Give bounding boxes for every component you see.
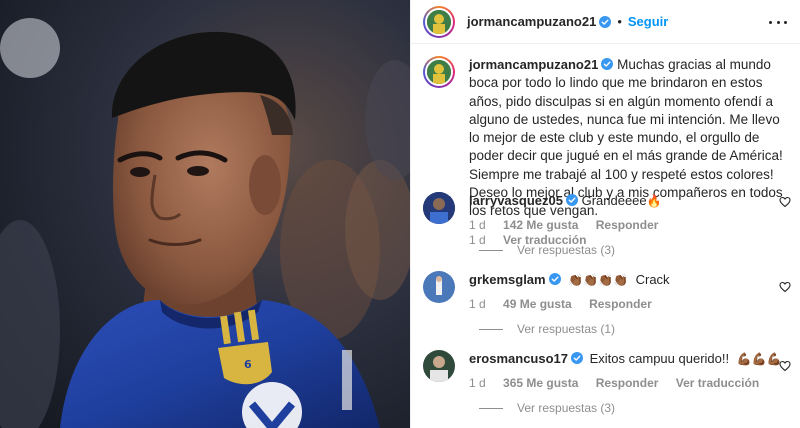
player-photo-illustration: 6 (0, 0, 410, 428)
heart-icon[interactable] (779, 281, 791, 293)
comment-avatar-image (423, 350, 455, 382)
view-replies-button[interactable]: Ver respuestas (1) (479, 322, 615, 336)
comment-avatar-image (423, 271, 455, 303)
comment-time: 1 d (469, 218, 486, 232)
comment-likes[interactable]: 365 Me gusta (503, 376, 578, 390)
comment-reply-button[interactable]: Responder (596, 218, 659, 232)
post-photo[interactable]: 6 (0, 0, 410, 428)
comment-likes[interactable]: 142 Me gusta (503, 218, 578, 232)
comment-time: 1 d (469, 376, 486, 390)
comment-avatar[interactable] (423, 192, 455, 224)
comment-username[interactable]: larryvasquez05 (469, 193, 563, 208)
header-username[interactable]: jormancampuzano21 (467, 14, 596, 29)
comment-reply-button[interactable]: Responder (589, 297, 652, 311)
fire-emoji: 🔥 (646, 194, 662, 208)
replies-divider (479, 249, 503, 251)
comment-item: larryvasquez05 Grandeeee🔥 1 d 142 Me gus… (423, 192, 793, 232)
more-dot (769, 20, 772, 24)
comment-avatar-image (423, 192, 455, 224)
comment-text: Grandeeee (581, 193, 647, 208)
comment-reply-button[interactable]: Responder (596, 376, 659, 390)
verified-badge-icon (548, 273, 561, 285)
post-header: jormancampuzano21 • Seguir (411, 0, 800, 44)
verified-badge-icon (601, 58, 614, 70)
caption-avatar-image (427, 60, 451, 84)
comment-avatar[interactable] (423, 271, 455, 303)
comment-body: erosmancuso17 Exitos campuu querido!! 💪🏾… (469, 350, 789, 390)
replies-divider (479, 328, 503, 330)
instagram-post-modal: 6 jormancampuzano21 • Seguir jormancampu… (0, 0, 800, 428)
more-dot (784, 20, 787, 24)
comment-meta: 1 d 142 Me gusta Responder (469, 218, 789, 232)
author-avatar-image (427, 9, 451, 34)
replies-divider (479, 407, 503, 409)
verified-badge-icon (599, 15, 612, 28)
comment-body: larryvasquez05 Grandeeee🔥 1 d 142 Me gus… (469, 192, 789, 232)
muscle-emoji: 💪🏾💪🏾💪🏾 (736, 352, 782, 366)
comments-panel: jormancampuzano21 • Seguir jormancampuza… (410, 0, 800, 428)
author-avatar[interactable] (423, 5, 455, 38)
comment-item: erosmancuso17 Exitos campuu querido!! 💪🏾… (423, 350, 793, 390)
view-replies-button[interactable]: Ver respuestas (3) (479, 401, 615, 415)
caption-username[interactable]: jormancampuzano21 (469, 57, 598, 72)
view-replies-label: Ver respuestas (3) (517, 243, 616, 257)
view-replies-label: Ver respuestas (3) (517, 401, 616, 415)
comment-body: grkemsglam 👏🏾👏🏾👏🏾👏🏾 Crack 1 d 49 Me gust… (469, 271, 789, 311)
heart-icon[interactable] (779, 196, 791, 208)
follow-button[interactable]: Seguir (628, 14, 668, 29)
verified-badge-icon (571, 352, 583, 364)
more-dot (776, 20, 780, 24)
comment-item: grkemsglam 👏🏾👏🏾👏🏾👏🏾 Crack 1 d 49 Me gust… (423, 271, 793, 311)
comment-text: Exitos campuu querido!! (589, 351, 730, 366)
caption-avatar[interactable] (423, 56, 455, 88)
verified-badge-icon (565, 194, 578, 206)
heart-icon[interactable] (779, 360, 791, 372)
comment-username[interactable]: erosmancuso17 (469, 351, 568, 366)
view-replies-button[interactable]: Ver respuestas (3) (479, 243, 615, 257)
comment-text: Crack (635, 272, 670, 287)
comment-meta: 1 d 49 Me gusta Responder (469, 297, 789, 311)
svg-text:6: 6 (244, 358, 252, 371)
comment-translate-link[interactable]: Ver traducción (676, 376, 759, 390)
view-replies-label: Ver respuestas (1) (517, 322, 616, 336)
comment-meta: 1 d 365 Me gusta Responder Ver traducció… (469, 376, 789, 390)
more-options-icon[interactable] (769, 14, 787, 30)
comment-avatar[interactable] (423, 350, 455, 382)
comment-likes[interactable]: 49 Me gusta (503, 297, 572, 311)
header-separator: • (617, 14, 622, 29)
clap-emoji: 👏🏾👏🏾👏🏾👏🏾 (568, 273, 628, 287)
comment-time: 1 d (469, 297, 486, 311)
comment-username[interactable]: grkemsglam (469, 272, 546, 287)
